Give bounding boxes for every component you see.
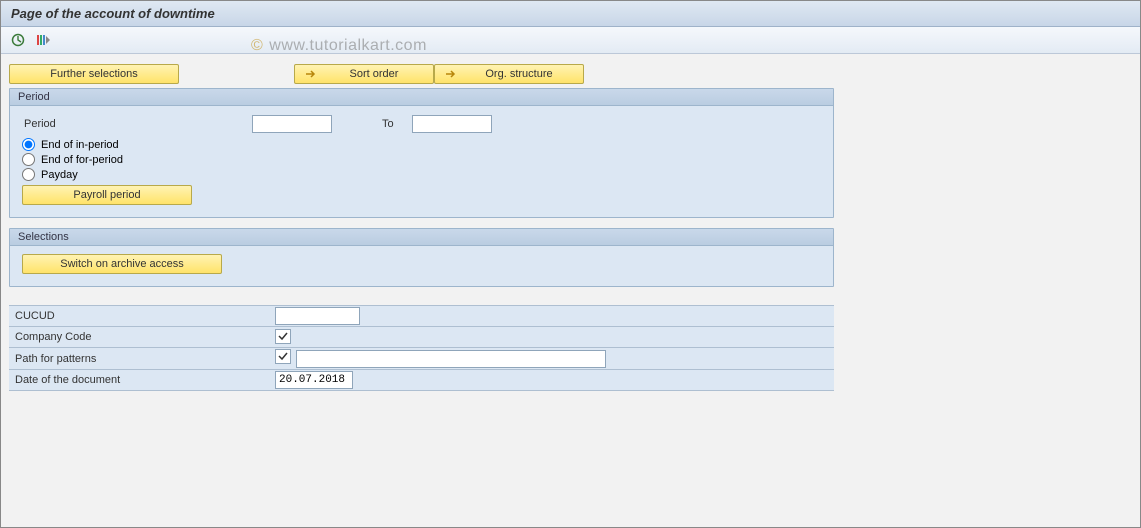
path-patterns-label: Path for patterns (9, 348, 269, 370)
period-label: Period (22, 118, 252, 130)
table-row: Path for patterns (9, 348, 834, 370)
payroll-period-button[interactable]: Payroll period (22, 185, 192, 205)
period-group-title: Period (10, 89, 833, 106)
cucud-input[interactable] (275, 307, 360, 325)
selection-buttons-row: Further selections Sort order Org. struc… (9, 64, 1132, 84)
selections-group: Selections Switch on archive access (9, 228, 834, 287)
arrow-right-icon (305, 68, 317, 80)
company-code-checkbox[interactable] (275, 329, 291, 344)
sort-order-button[interactable]: Sort order (294, 64, 434, 84)
execute-icon[interactable] (9, 31, 29, 49)
path-patterns-checkbox[interactable] (275, 349, 291, 364)
page-title: Page of the account of downtime (1, 1, 1140, 27)
period-group: Period Period To End of in-period End of… (9, 88, 834, 218)
table-row: CUCUD (9, 306, 834, 327)
further-selections-label: Further selections (50, 68, 137, 80)
payroll-period-label: Payroll period (73, 189, 140, 201)
parameters-table: CUCUD Company Code Path for patterns (9, 305, 834, 391)
company-code-label: Company Code (9, 327, 269, 348)
period-to-label: To (382, 118, 394, 130)
org-structure-button[interactable]: Org. structure (434, 64, 584, 84)
radio-end-for-period[interactable] (22, 153, 35, 166)
sort-order-label: Sort order (325, 68, 423, 80)
doc-date-label: Date of the document (9, 370, 269, 391)
table-row: Company Code (9, 327, 834, 348)
radio-end-in-period[interactable] (22, 138, 35, 151)
selections-group-title: Selections (10, 229, 833, 246)
radio-end-for-period-label: End of for-period (41, 154, 123, 166)
radio-end-in-period-label: End of in-period (41, 139, 119, 151)
doc-date-input[interactable] (275, 371, 353, 389)
archive-access-button[interactable]: Switch on archive access (22, 254, 222, 274)
app-toolbar (1, 27, 1140, 54)
variant-icon[interactable] (33, 31, 53, 49)
radio-payday-label: Payday (41, 169, 78, 181)
table-row: Date of the document (9, 370, 834, 391)
path-patterns-input[interactable] (296, 350, 606, 368)
org-structure-label: Org. structure (465, 68, 573, 80)
cucud-label: CUCUD (9, 306, 269, 327)
arrow-right-icon (445, 68, 457, 80)
period-to-input[interactable] (412, 115, 492, 133)
radio-payday[interactable] (22, 168, 35, 181)
archive-access-label: Switch on archive access (60, 258, 184, 270)
further-selections-button[interactable]: Further selections (9, 64, 179, 84)
period-from-input[interactable] (252, 115, 332, 133)
